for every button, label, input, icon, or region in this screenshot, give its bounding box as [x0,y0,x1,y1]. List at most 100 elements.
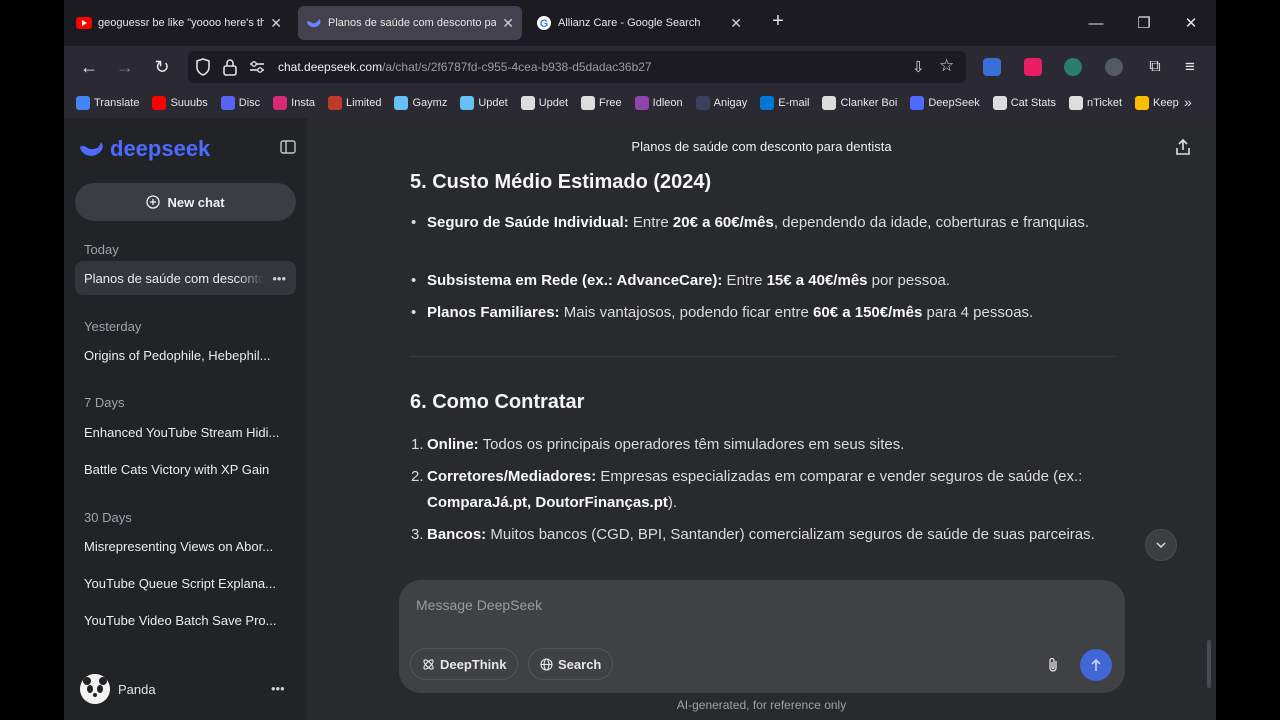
new-chat-button[interactable]: New chat [75,183,296,221]
list-number: 1. [411,436,424,453]
bookmark-icon [328,96,343,110]
bookmark-item[interactable]: Keep [1135,96,1179,110]
address-bar[interactable]: chat.deepseek.com/a/chat/s/2f6787fd-c955… [188,51,966,83]
scroll-to-bottom-button[interactable] [1145,529,1177,561]
bookmark-icon [695,96,710,110]
menu-hamburger-icon[interactable]: ≡ [1177,54,1203,80]
bookmark-label: Anigay [713,97,748,109]
tab-google[interactable]: G Allianz Care - Google Search ✕ [528,6,750,40]
deepseek-logo[interactable]: deepseek [78,136,210,162]
extension-translate-icon[interactable] [983,58,1001,76]
more-bookmarks-icon[interactable]: » [1184,94,1192,110]
bookmark-item[interactable]: Limited [328,96,381,110]
chat-history-item[interactable]: YouTube Video Batch Save Pro... [75,603,296,637]
bookmark-label: Free [599,97,622,109]
chat-history-item[interactable]: Enhanced YouTube Stream Hidi... [75,415,296,449]
chat-title: Planos de saúde com desconto para dentis… [631,139,892,154]
url-path: /a/chat/s/2f6787fd-c955-4cea-b938-d5dada… [382,60,652,74]
user-profile[interactable]: Panda [80,674,156,704]
search-button[interactable]: Search [528,648,614,680]
item-text: ). [667,494,678,511]
avatar [80,674,110,704]
bookmark-item[interactable]: Clanker Boi [822,96,897,110]
bookmark-label: Cat Stats [1010,97,1056,109]
send-button[interactable] [1080,649,1112,681]
item-value: ComparaJá.pt, DoutorFinanças.pt [427,494,668,511]
browser-window: geoguessr be like "yoooo here's the m ✕ … [64,0,1216,720]
bookmark-item[interactable]: Updet [520,96,568,110]
item-text: , dependendo da idade, coberturas e fran… [773,214,1090,231]
chat-history-item[interactable]: YouTube Queue Script Explana... [75,566,296,600]
bookmark-label: Updet [478,97,508,109]
extension-music-icon[interactable] [1064,58,1082,76]
bullet: • [411,214,417,231]
item-text: Muitos bancos (CGD, BPI, Santander) come… [486,526,1095,543]
list-number: 2. [411,468,424,485]
chat-history-item[interactable]: Battle Cats Victory with XP Gain [75,452,296,486]
paperclip-icon[interactable] [1047,657,1059,677]
more-options-icon[interactable]: ••• [272,271,286,286]
bookmark-item[interactable]: Insta [273,96,315,110]
back-icon[interactable]: ← [76,54,102,80]
message-input[interactable]: Message DeepSeek [416,597,542,613]
extension-eyes-icon[interactable] [1105,58,1123,76]
close-tab-icon[interactable]: ✕ [502,15,514,32]
bookmark-item[interactable]: Idleon [634,96,683,110]
scrollbar-thumb[interactable] [1207,640,1211,688]
lock-icon[interactable] [223,58,237,81]
plus-circle-icon [146,195,161,209]
item-text: Empresas especializadas em comparar e ve… [596,468,1083,485]
extension-microphone-icon[interactable] [1024,58,1042,76]
group-label-30-days: 30 Days [84,510,132,525]
item-text: Todos os principais operadores têm simul… [478,436,905,453]
bookmark-item[interactable]: Updet [460,96,508,110]
user-menu-icon[interactable]: ••• [271,681,285,696]
new-tab-icon[interactable]: + [764,8,792,34]
bookmark-item[interactable]: Anigay [695,96,748,110]
bookmark-label: Translate [94,97,140,109]
deepthink-button[interactable]: DeepThink [410,648,519,680]
chat-history-item[interactable]: Origins of Pedophile, Hebephil... [75,338,296,372]
bookmark-icon [581,96,596,110]
bookmark-item[interactable]: Free [581,96,622,110]
bookmark-label: Clanker Boi [840,97,898,109]
item-text: Entre [722,272,767,289]
site-permissions-icon[interactable] [248,59,266,80]
bookmark-item[interactable]: Gaymz [394,96,447,110]
group-label-today: Today [84,242,119,257]
extensions-puzzle-icon[interactable]: ⧉ [1142,54,1168,80]
bookmark-star-icon[interactable]: ☆ [939,56,954,76]
item-label: Online: [427,436,479,453]
bookmark-item[interactable]: DeepSeek [910,96,980,110]
bookmark-label: Suuubs [170,97,208,109]
item-text: Mais vantajosos, podendo ficar entre [559,304,814,321]
bookmark-item[interactable]: E-mail [760,96,809,110]
save-to-pocket-icon[interactable]: ⇩ [912,58,925,76]
collapse-sidebar-icon[interactable] [280,140,296,159]
bookmark-item[interactable]: Translate [76,96,139,110]
tab-youtube[interactable]: geoguessr be like "yoooo here's the m ✕ [68,6,290,40]
atom-icon [423,658,434,670]
bookmark-icon [760,96,775,110]
bookmark-item[interactable]: Disc [220,96,260,110]
close-tab-icon[interactable]: ✕ [270,15,282,32]
share-icon[interactable] [1175,138,1191,161]
bookmark-item[interactable]: nTicket [1068,96,1122,110]
close-tab-icon[interactable]: ✕ [730,15,742,32]
bookmark-icon [76,96,90,110]
reload-icon[interactable]: ↻ [149,54,175,80]
minimize-icon[interactable]: — [1082,10,1110,36]
forward-icon[interactable]: → [112,54,138,80]
bookmark-item[interactable]: Suuubs [152,96,208,110]
close-window-icon[interactable]: ✕ [1177,10,1205,36]
url-text[interactable]: chat.deepseek.com/a/chat/s/2f6787fd-c955… [278,60,652,74]
tab-deepseek[interactable]: Planos de saúde com desconto para d ✕ [298,6,522,40]
bookmark-label: E-mail [778,97,810,109]
restore-icon[interactable]: ❐ [1130,10,1158,36]
item-label: Planos Familiares: [427,304,560,321]
google-icon: G [536,15,552,31]
shield-icon[interactable] [195,58,211,81]
chat-history-item[interactable]: Misrepresenting Views on Abor... [75,529,296,563]
bookmark-item[interactable]: Cat Stats [992,96,1056,110]
chat-history-item[interactable]: Planos de saúde com desconto para dentis… [75,261,296,295]
